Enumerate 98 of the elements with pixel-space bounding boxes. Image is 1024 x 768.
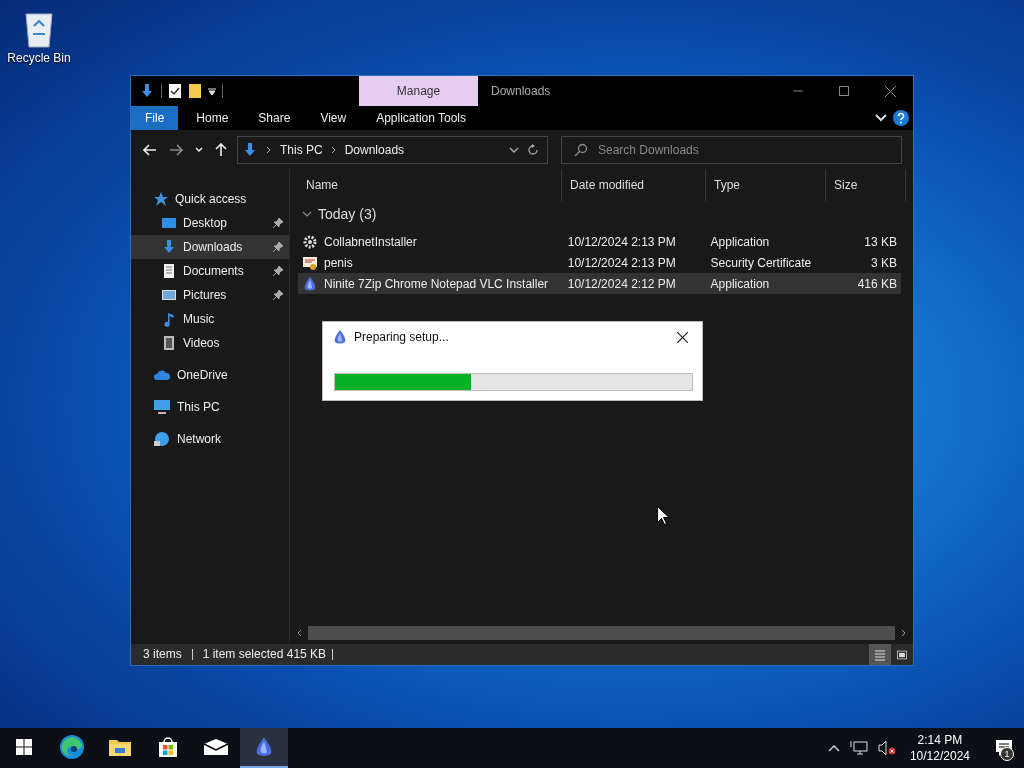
table-cell: Security Certificate (710, 255, 812, 270)
monitor-icon (153, 399, 171, 415)
address-bar[interactable]: This PC Downloads (237, 135, 548, 164)
navigation-item[interactable]: Music (131, 307, 289, 331)
scroll-left-icon[interactable] (296, 629, 302, 637)
file-row[interactable]: penis 10/12/2024 2:13 PM Security Certificate 3 KB (298, 252, 901, 273)
certificate-icon (302, 254, 318, 271)
navigation-item[interactable]: Desktop (131, 211, 289, 235)
table-cell: 10/12/2024 2:13 PM (567, 234, 676, 249)
file-menu-tab[interactable]: File (131, 106, 179, 130)
column-header[interactable]: Size (826, 169, 906, 201)
status-text: 1 item selected 415 KB (202, 649, 334, 660)
chevron-down-icon (302, 210, 312, 218)
window-title: Downloads (490, 84, 551, 98)
download-arrow-icon (242, 141, 258, 158)
ribbon-tab[interactable]: View (308, 106, 359, 130)
table-cell: 13 KB (864, 234, 897, 249)
file-row[interactable]: CollabnetInstaller 10/12/2024 2:13 PM Application 13 KB (298, 231, 901, 252)
ribbon-tab[interactable]: Home (184, 106, 241, 130)
mouse-pointer-icon (657, 506, 669, 525)
ninite-logo-icon (332, 329, 348, 345)
clock-date[interactable]: 10/12/2024 (909, 748, 970, 764)
status-text: 3 items (143, 649, 193, 660)
table-cell: 3 KB (871, 255, 897, 270)
picture-icon (161, 287, 177, 303)
chevron-down-icon[interactable] (509, 146, 519, 153)
chevron-right-icon (330, 145, 337, 154)
checklist-icon[interactable] (168, 83, 182, 99)
star-icon (153, 191, 169, 207)
download-arrow-icon (161, 239, 177, 255)
windows-logo-icon (16, 739, 32, 755)
pin-icon[interactable] (273, 290, 283, 300)
close-icon[interactable] (677, 331, 688, 343)
document-icon (161, 263, 177, 279)
folder-icon[interactable] (188, 83, 202, 99)
column-header[interactable]: Date modified (562, 169, 706, 201)
scroll-right-icon[interactable] (901, 629, 907, 637)
desktop-icon (161, 215, 177, 231)
search-icon (574, 142, 588, 157)
navigation-item[interactable]: Videos (131, 331, 289, 355)
breadcrumb-link[interactable]: This PC (280, 142, 323, 157)
navigation-item[interactable]: Quick access (131, 187, 289, 211)
table-cell: 10/12/2024 2:13 PM (567, 255, 676, 270)
clock-time[interactable]: 2:14 PM (917, 732, 963, 748)
file-name: penis (324, 255, 353, 270)
notification-count-badge: 1 (1000, 747, 1014, 761)
refresh-icon[interactable] (527, 143, 539, 156)
pin-icon[interactable] (273, 242, 283, 252)
up-arrow-icon[interactable] (215, 142, 227, 157)
help-icon[interactable] (893, 110, 909, 126)
column-header[interactable]: Name (298, 169, 562, 201)
column-header[interactable]: Type (706, 169, 826, 201)
table-cell: Application (710, 234, 770, 249)
back-arrow-icon[interactable] (143, 143, 157, 156)
search-field[interactable]: Search Downloads (596, 141, 891, 158)
speaker-muted-icon[interactable] (877, 740, 896, 756)
dropdown-icon[interactable] (208, 86, 216, 96)
navigation-item[interactable]: OneDrive (131, 363, 289, 387)
chevron-up-icon[interactable] (827, 744, 840, 752)
file-name: CollabnetInstaller (324, 234, 417, 249)
navigation-item[interactable]: Documents (131, 259, 289, 283)
large-icons-icon[interactable] (897, 648, 907, 661)
dialog-title: Preparing setup... (354, 330, 449, 344)
chevron-right-icon (266, 145, 272, 154)
ribbon-tab[interactable]: Share (246, 106, 303, 130)
table-cell: 416 KB (857, 276, 897, 291)
desktop-icon-label[interactable]: Recycle Bin (7, 51, 71, 65)
file-row[interactable]: Ninite 7Zip Chrome Notepad VLC Installer 10/12/2024 2:12 PM Application 416 KB (298, 273, 901, 294)
table-cell: Application (710, 276, 770, 291)
gear-icon (302, 233, 318, 250)
network-globe-icon (153, 431, 171, 447)
details-list-icon[interactable] (875, 648, 885, 661)
table-cell: 10/12/2024 2:12 PM (567, 276, 676, 291)
navigation-item[interactable]: Downloads (131, 235, 289, 259)
browser-swirl-icon (59, 734, 85, 760)
pin-icon[interactable] (273, 266, 283, 276)
file-name: Ninite 7Zip Chrome Notepad VLC Installer (324, 276, 549, 291)
navigation-item[interactable]: Pictures (131, 283, 289, 307)
forward-arrow-icon[interactable] (169, 143, 183, 156)
envelope-icon (203, 738, 229, 756)
folder-icon (108, 737, 132, 757)
scrollbar-thumb[interactable] (308, 626, 895, 640)
navigation-item[interactable]: Network (131, 427, 289, 451)
breadcrumb-link[interactable]: Downloads (344, 142, 405, 157)
search-bar[interactable]: Search Downloads (561, 135, 902, 164)
ninite-logo-icon (302, 275, 318, 292)
contextual-tab-header[interactable]: Manage (359, 76, 478, 106)
navigation-item[interactable]: This PC (131, 395, 289, 419)
group-header[interactable]: Today (3) (298, 201, 901, 227)
download-arrow-icon[interactable] (139, 83, 155, 99)
ribbon-tab[interactable]: Application Tools (364, 106, 479, 130)
pin-icon[interactable] (273, 218, 283, 228)
close-icon[interactable] (884, 85, 896, 97)
shopping-bag-icon (157, 736, 179, 758)
cloud-icon (153, 368, 171, 382)
network-icon[interactable] (849, 740, 868, 756)
film-icon (161, 335, 177, 351)
maximize-icon[interactable] (839, 86, 849, 96)
